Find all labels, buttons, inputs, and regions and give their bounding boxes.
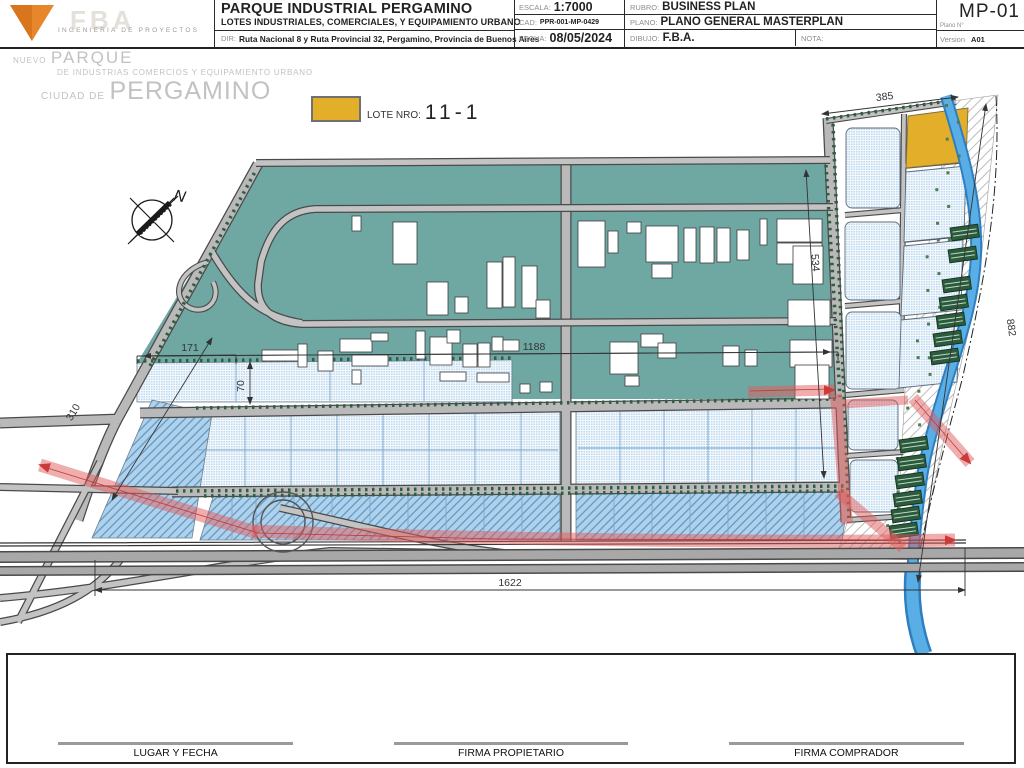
- heading-ciudad-de: CIUDAD DE: [41, 91, 106, 102]
- dim-385: 385: [875, 90, 894, 104]
- north-arrow-icon: N: [127, 187, 187, 245]
- cad-value: PPR-001-MP-0429: [539, 18, 600, 26]
- signature-line: [393, 742, 629, 745]
- plan-heading: NUEVO PARQUE DE INDUSTRIAS COMERCIOS Y E…: [13, 49, 313, 104]
- lot-row-a1: [175, 405, 561, 490]
- sheet-number-label: Plano N°: [940, 23, 964, 29]
- heading-pergamino: PERGAMINO: [109, 77, 272, 105]
- signature-label: FIRMA COMPRADOR: [794, 747, 899, 759]
- scale-cell: ESCALA: 1:7000 CAD: PPR-001-MP-0429 FECH…: [515, 0, 625, 47]
- logo-tagline: INGENIERIA DE PROYECTOS: [58, 27, 200, 34]
- sheet-number: MP-01: [959, 1, 1020, 22]
- plano-value: PLANO GENERAL MASTERPLAN: [660, 16, 844, 28]
- project-title: PARQUE INDUSTRIAL PERGAMINO: [221, 1, 473, 17]
- plan-info-cell: RUBRO: BUSINESS PLAN PLANO: PLANO GENERA…: [625, 0, 936, 47]
- signature-field: FIRMA PROPIETARIO: [343, 742, 678, 762]
- fba-logo-icon: [10, 5, 54, 41]
- logo-cell: FBA INGENIERIA DE PROYECTOS: [0, 0, 214, 47]
- project-cell: PARQUE INDUSTRIAL PERGAMINO LOTES INDUST…: [214, 0, 539, 47]
- version-value: A01: [971, 34, 985, 44]
- signature-field: LUGAR Y FECHA: [8, 742, 343, 762]
- fecha-label: FECHA:: [519, 33, 547, 43]
- rubro-label: RUBRO:: [630, 2, 660, 12]
- lot-color-swatch: [311, 96, 361, 122]
- signature-label: FIRMA PROPIETARIO: [458, 747, 564, 759]
- dibujo-label: DIBUJO:: [630, 33, 660, 43]
- lot-row-b2: [575, 487, 851, 541]
- project-subtitle: LOTES INDUSTRIALES, COMERCIALES, Y EQUIP…: [221, 17, 521, 27]
- lot-legend-label: LOTE NRO:: [367, 110, 421, 121]
- signature-label: LUGAR Y FECHA: [133, 747, 218, 759]
- version-label: Version: [940, 34, 966, 44]
- north-letter: N: [172, 187, 187, 206]
- dibujo-value: F.B.A.: [662, 32, 695, 44]
- title-block: FBA INGENIERIA DE PROYECTOS PARQUE INDUS…: [0, 0, 1024, 49]
- plano-label: PLANO:: [630, 17, 658, 27]
- nota-label: NOTA:: [801, 33, 824, 43]
- lot-legend: LOTE NRO: 11-1: [311, 96, 482, 124]
- lot-legend-value: 11-1: [424, 101, 482, 124]
- dim-534: 534: [808, 254, 821, 272]
- cad-label: CAD:: [519, 17, 537, 27]
- lot-row-a2: [575, 401, 849, 488]
- heading-nuevo: NUEVO: [13, 56, 47, 65]
- heading-parque: PARQUE: [50, 48, 134, 67]
- escala-value: 1:7000: [553, 0, 593, 14]
- masterplan-sheet: 385 534 882 310 171 1188 70 1622 N FBA I…: [0, 0, 1024, 768]
- dim-882: 882: [1004, 318, 1018, 337]
- dim-171: 171: [181, 342, 199, 354]
- sheet-number-cell: MP-01 Plano N° Version A01: [936, 0, 1024, 47]
- dir-label: DIR:: [221, 34, 236, 43]
- dim-1188: 1188: [523, 341, 546, 353]
- rubro-value: BUSINESS PLAN: [662, 1, 756, 13]
- dim-1622: 1622: [498, 577, 522, 589]
- signature-field: FIRMA COMPRADOR: [679, 742, 1014, 762]
- dim-70: 70: [235, 380, 247, 392]
- signature-box: LUGAR Y FECHA FIRMA PROPIETARIO FIRMA CO…: [6, 653, 1016, 764]
- escala-label: ESCALA:: [519, 2, 551, 12]
- dir-value: Ruta Nacional 8 y Ruta Provincial 32, Pe…: [239, 33, 540, 44]
- fecha-value: 08/05/2024: [549, 31, 613, 45]
- heading-line2: DE INDUSTRIAS COMERCIOS Y EQUIPAMIENTO U…: [57, 68, 313, 77]
- signature-line: [728, 742, 964, 745]
- signature-line: [58, 742, 294, 745]
